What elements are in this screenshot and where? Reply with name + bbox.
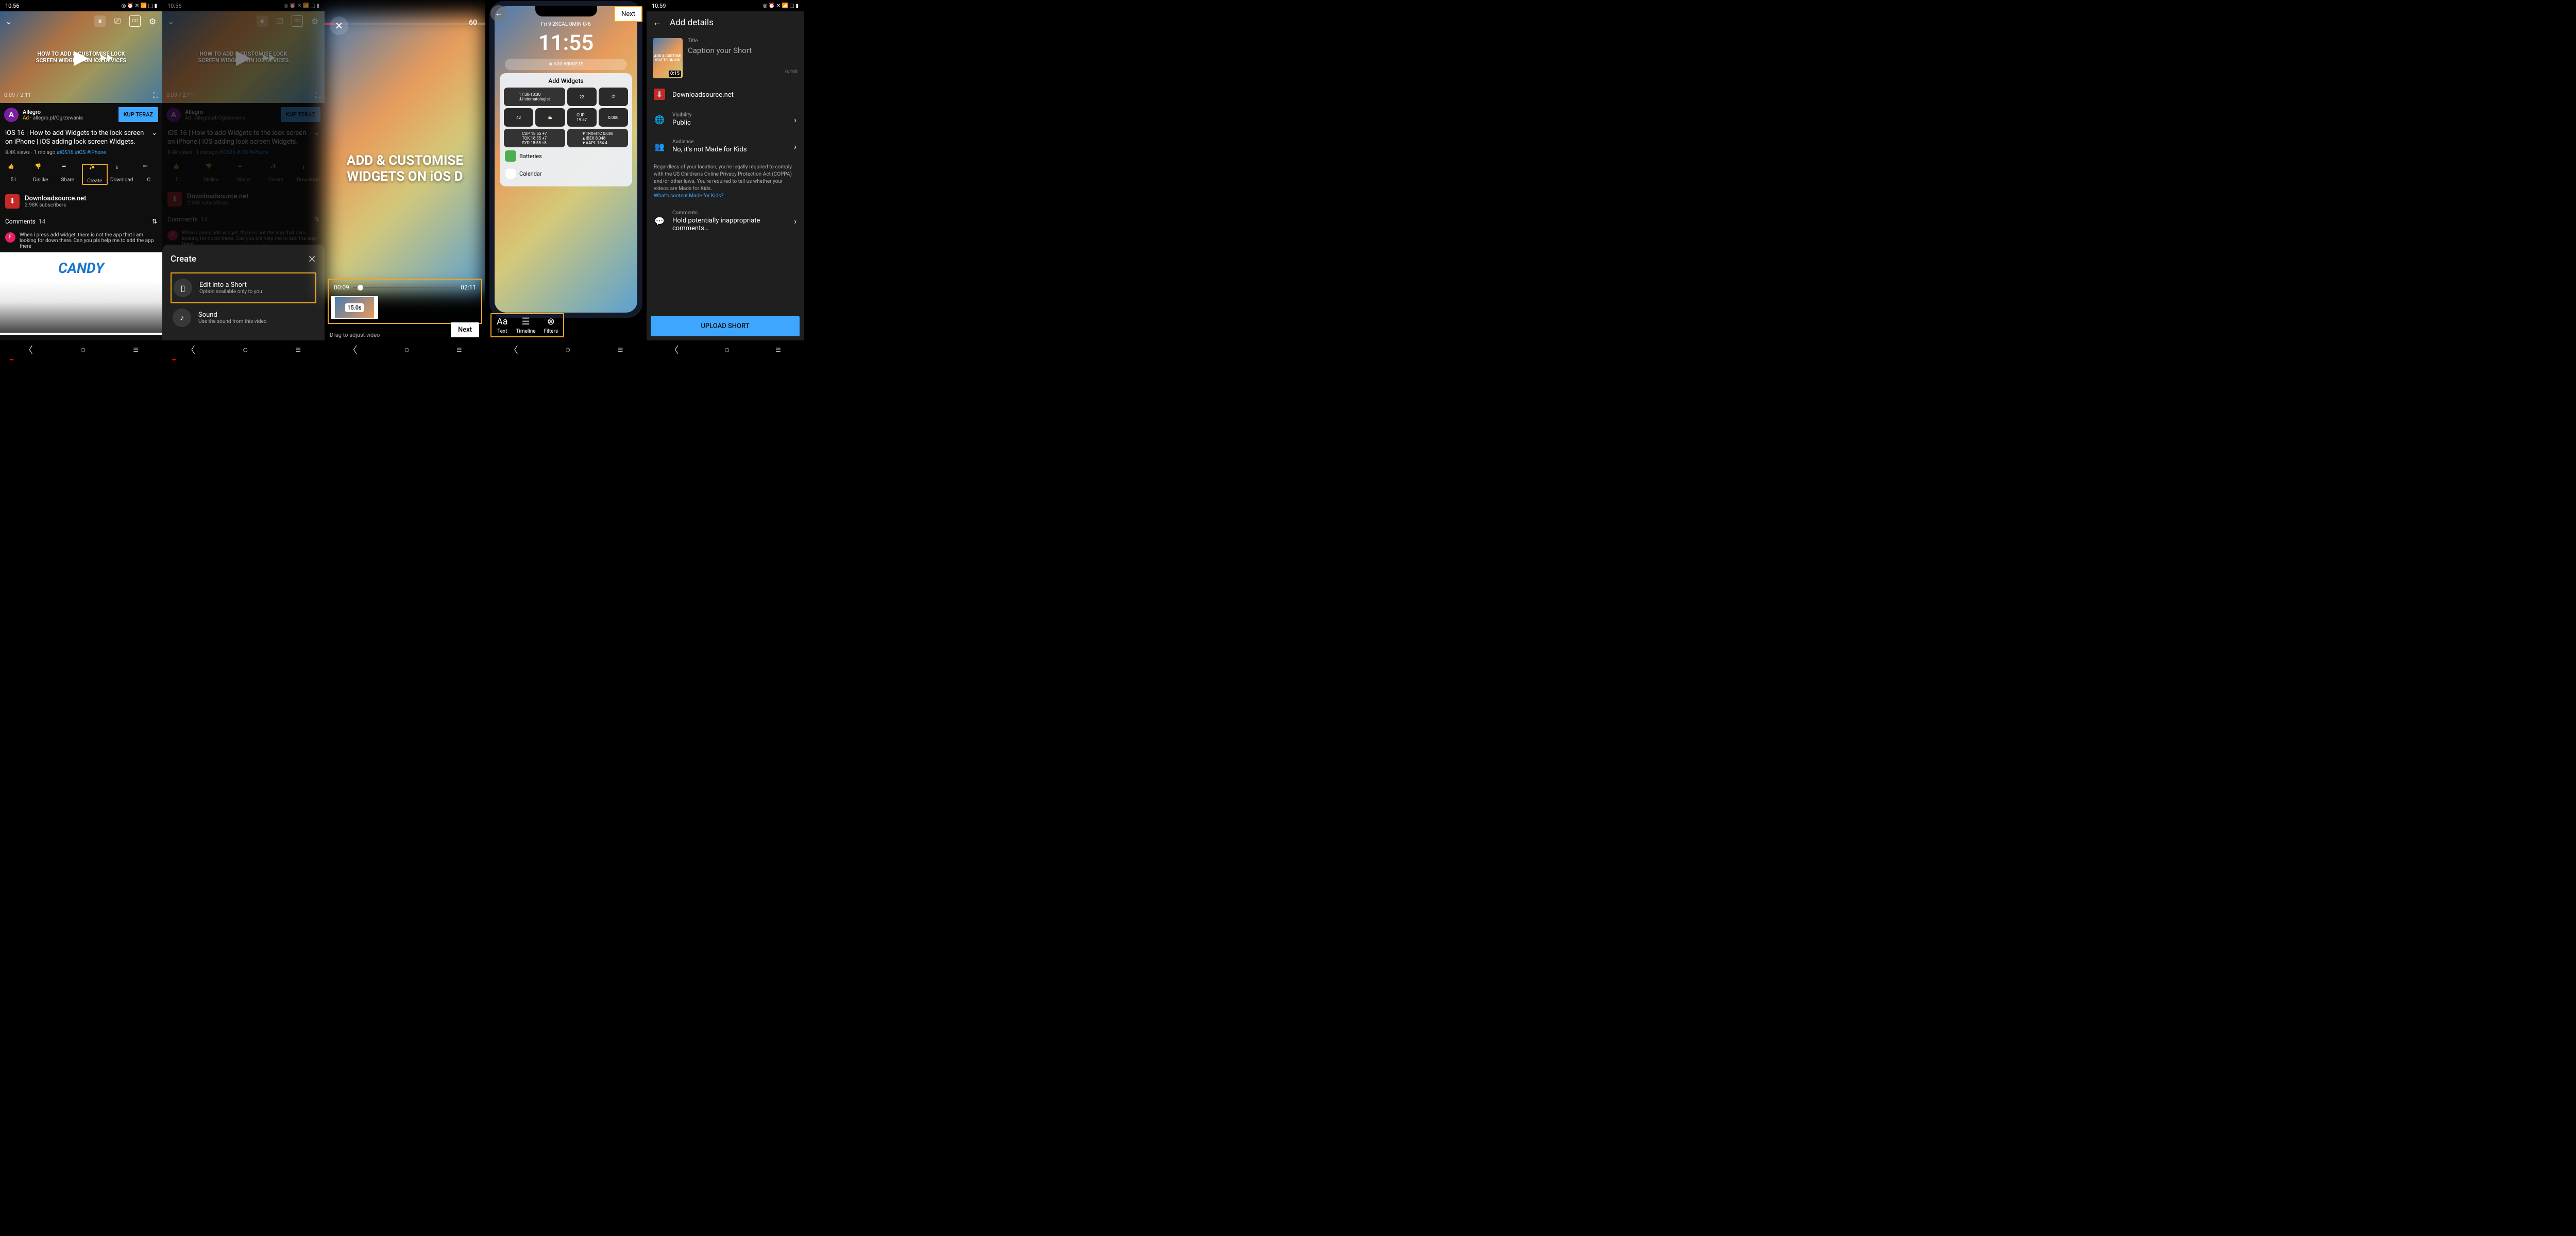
clip-preview[interactable]: 15.0s: [334, 296, 375, 319]
ad-avatar: A: [4, 108, 19, 122]
shorts-icon: ▯: [174, 279, 192, 297]
sheet-title: Create: [171, 254, 196, 264]
page-title: Add details: [670, 18, 714, 28]
channel-logo-icon: ⬇: [5, 194, 20, 209]
audience-row[interactable]: 👥 AudienceNo, it's not Made for Kids ›: [647, 133, 804, 160]
commenter-avatar: F: [5, 232, 15, 243]
ad-row[interactable]: A Allegro Ad · allegro.pl/Ogrzewanie KUP…: [0, 103, 162, 126]
trim-handle-right[interactable]: [375, 296, 378, 319]
video-meta: 8.4K views · 1 mo ago #iOS16 #iOS #iPhon…: [0, 150, 162, 160]
music-icon: ♪: [173, 308, 191, 327]
preview-text: ADD & CUSTOMISEWIDGETS ON iOS D: [347, 152, 463, 184]
back-icon[interactable]: ←: [490, 5, 507, 22]
collapse-icon[interactable]: ⌄: [5, 16, 12, 26]
coppa-link[interactable]: What's content Made for Kids?: [654, 193, 723, 199]
hint-text: Drag to adjust video: [330, 332, 380, 338]
short-thumbnail[interactable]: ADD & CUSTOMIIDGETS ON iOS 0:15: [653, 38, 683, 78]
cast-icon[interactable]: ⎚: [112, 15, 123, 27]
close-icon[interactable]: ✕: [330, 16, 348, 35]
chevron-right-icon: ›: [794, 115, 796, 125]
status-icons: ◎ ⏰ ✕ 📶 ⬚ ▮: [122, 3, 157, 9]
clip-start: 00:09: [334, 284, 349, 291]
like-button[interactable]: 👍51: [1, 164, 26, 185]
people-icon: 👥: [654, 142, 665, 151]
comment-icon: 💬: [654, 216, 665, 226]
visibility-row[interactable]: 🌐 VisibilityPublic ›: [647, 106, 804, 133]
forward-icon[interactable]: ▶▶: [100, 53, 113, 62]
close-icon[interactable]: ✕: [308, 253, 316, 265]
chevron-right-icon: ›: [794, 142, 796, 151]
legal-text: Regardless of your location, you're lega…: [647, 160, 804, 204]
status-bar: 10:56 ◎ ⏰ ✕ 📶 ⬚ ▮: [0, 0, 162, 11]
video-player[interactable]: HOW TO ADD & CUSTOMISE LOCK SCREEN WIDGE…: [0, 11, 162, 103]
text-tool[interactable]: AaText: [497, 316, 508, 334]
ad-banner[interactable]: CANDY: [0, 252, 162, 335]
current-time: 0:09: [4, 92, 15, 98]
filters-tool[interactable]: ⊗Filters: [544, 316, 558, 334]
pause-icon[interactable]: ⏸: [94, 15, 106, 27]
sound-button[interactable]: ♪ SoundUse the sound from this video: [171, 303, 316, 332]
total-time: 2:11: [20, 92, 31, 98]
next-button[interactable]: Next: [451, 322, 479, 337]
clip-button[interactable]: ✄C: [136, 164, 162, 185]
timeline-editor[interactable]: 00:09 02:11 15.0s: [328, 279, 482, 324]
back-icon[interactable]: ←: [653, 18, 662, 28]
system-nav: 〈 ○ ≡: [0, 340, 162, 359]
gear-icon[interactable]: ⚙: [147, 15, 158, 27]
next-button[interactable]: Next: [614, 6, 642, 22]
home-button[interactable]: ○: [80, 345, 86, 355]
comments-header[interactable]: Comments 14 ⇅: [0, 214, 162, 229]
play-icon[interactable]: ▶: [74, 46, 89, 69]
back-button[interactable]: 〈: [24, 343, 33, 356]
caption-input[interactable]: Caption your Short: [688, 46, 798, 55]
captions-icon[interactable]: CC: [129, 15, 141, 27]
video-title-row[interactable]: iOS 16 | How to add Widgets to the lock …: [0, 126, 162, 150]
short-preview: Fri 9 2KCAL 0MIN 0/6 11:55 ⊕ ADD WIDGETS…: [489, 1, 642, 318]
timeline-tool[interactable]: ☰Timeline: [516, 316, 535, 334]
expand-comments-icon[interactable]: ⇅: [152, 218, 157, 225]
top-comment[interactable]: F When i press add widget, there is not …: [0, 229, 162, 252]
channel-row[interactable]: ⬇ Downloadsource.net 2.98K subscribers: [0, 189, 162, 214]
dislike-button[interactable]: 👎Dislike: [28, 164, 54, 185]
duration-badge[interactable]: 60: [469, 19, 477, 27]
share-button[interactable]: ➦Share: [55, 164, 80, 185]
editor-tools: AaText ☰Timeline ⊗Filters: [490, 313, 564, 337]
fullscreen-icon[interactable]: ⛶: [153, 92, 158, 100]
recents-button[interactable]: ≡: [133, 345, 139, 355]
create-sheet: Create ✕ ▯ Edit into a ShortOption avail…: [162, 245, 325, 340]
scrubber[interactable]: [353, 287, 456, 288]
chevron-right-icon: ›: [794, 216, 796, 226]
create-button[interactable]: ✨Create: [82, 164, 108, 185]
comments-row[interactable]: 💬 CommentsHold potentially inappropriate…: [647, 204, 804, 238]
ad-cta-button[interactable]: KUP TERAZ: [118, 107, 158, 122]
char-count: 0/100: [688, 70, 798, 75]
clip-end: 02:11: [461, 284, 476, 291]
expand-icon[interactable]: ⌄: [151, 129, 157, 147]
action-row: 👍51 👎Dislike ➦Share ✨Create ⭳Download ✄C: [0, 160, 162, 189]
ad-title: Allegro: [23, 109, 114, 115]
globe-icon: 🌐: [654, 115, 665, 125]
edit-into-short-button[interactable]: ▯ Edit into a ShortOption available only…: [171, 272, 316, 303]
caption-label: Title: [688, 38, 798, 44]
upload-button[interactable]: UPLOAD SHORT: [651, 316, 800, 336]
download-button[interactable]: ⭳Download: [109, 164, 134, 185]
channel-row: ⬇ Downloadsource.net: [647, 82, 804, 106]
